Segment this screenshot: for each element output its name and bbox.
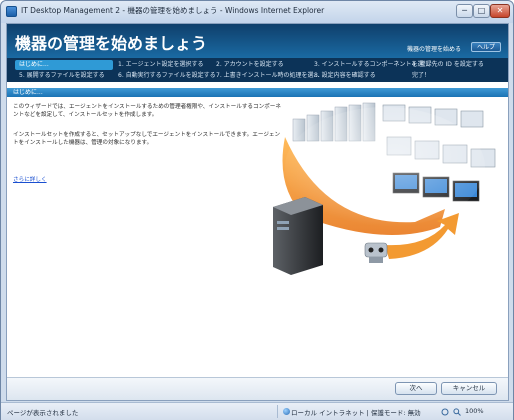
maximize-button[interactable]: □ <box>473 4 490 18</box>
wizard-body: このウィザードでは、エージェントをインストールするための管理者権限や、インストー… <box>7 97 508 377</box>
step-done[interactable]: 完了！ <box>412 71 430 81</box>
section-title: はじめに... <box>13 89 43 96</box>
tower-server-icon <box>273 197 323 275</box>
wizard-steps: はじめに... 1. エージェント設定を選択する 2. アカウントを設定する 3… <box>7 58 508 82</box>
intro-paragraph-2: インストールセットを作成すると、セットアップなしでエージェントをインストールでき… <box>13 132 281 146</box>
network-illustration <box>273 102 496 275</box>
intranet-zone-icon <box>283 408 290 415</box>
wizard-header: 機器の管理を始めましょう 機器の管理を始める ヘルプ <box>7 24 508 58</box>
learn-more-link[interactable]: さらに詳しく <box>13 175 47 183</box>
title-bar: IT Desktop Management 2 - 機器の管理を始めましょう -… <box>1 1 513 23</box>
step-intro[interactable]: はじめに... <box>15 60 113 70</box>
status-bar: ページが表示されました ローカル イントラネット | 保護モード: 無効 100… <box>1 402 513 420</box>
step-4[interactable]: 4. 登録先の ID を設定する <box>412 60 484 70</box>
header-breadcrumb: 機器の管理を始める <box>407 46 462 53</box>
minimize-button[interactable]: ─ <box>456 4 473 18</box>
step-7[interactable]: 7. 上書きインストール時の処理を選... <box>216 71 319 81</box>
step-5[interactable]: 5. 展開するファイルを設定する <box>19 71 105 81</box>
help-button[interactable]: ヘルプ <box>471 42 501 52</box>
section-header: はじめに... <box>7 88 508 97</box>
page-title: 機器の管理を始めましょう <box>15 34 208 53</box>
step-1[interactable]: 1. エージェント設定を選択する <box>118 60 204 70</box>
step-8[interactable]: 8. 設定内容を確認する <box>314 71 376 81</box>
security-zone-text[interactable]: ローカル イントラネット | 保護モード: 無効 <box>291 407 421 417</box>
protected-mode-icon[interactable] <box>441 408 449 416</box>
cancel-button[interactable]: キャンセル <box>441 382 497 395</box>
zoom-level[interactable]: 100% <box>465 407 484 415</box>
window-title: IT Desktop Management 2 - 機器の管理を始めましょう -… <box>21 6 325 15</box>
next-button[interactable]: 次へ <box>395 382 437 395</box>
zoom-magnifier-icon[interactable] <box>453 408 461 416</box>
step-2[interactable]: 2. アカウントを設定する <box>216 60 284 70</box>
status-text: ページが表示されました <box>7 409 79 417</box>
agent-robot-icon <box>364 242 388 263</box>
close-window-button[interactable]: ✕ <box>490 4 510 18</box>
intro-paragraph-1: このウィザードでは、エージェントをインストールするための管理者権限や、インストー… <box>13 104 281 118</box>
step-6[interactable]: 6. 自動実行するファイルを設定する <box>118 71 216 81</box>
wizard-footer: 次へ キャンセル <box>7 377 508 400</box>
status-separator <box>277 405 278 418</box>
page-content: 機器の管理を始めましょう 機器の管理を始める ヘルプ はじめに... 1. エー… <box>6 23 509 401</box>
ie-app-icon <box>6 6 17 17</box>
browser-window: IT Desktop Management 2 - 機器の管理を始めましょう -… <box>0 0 514 420</box>
